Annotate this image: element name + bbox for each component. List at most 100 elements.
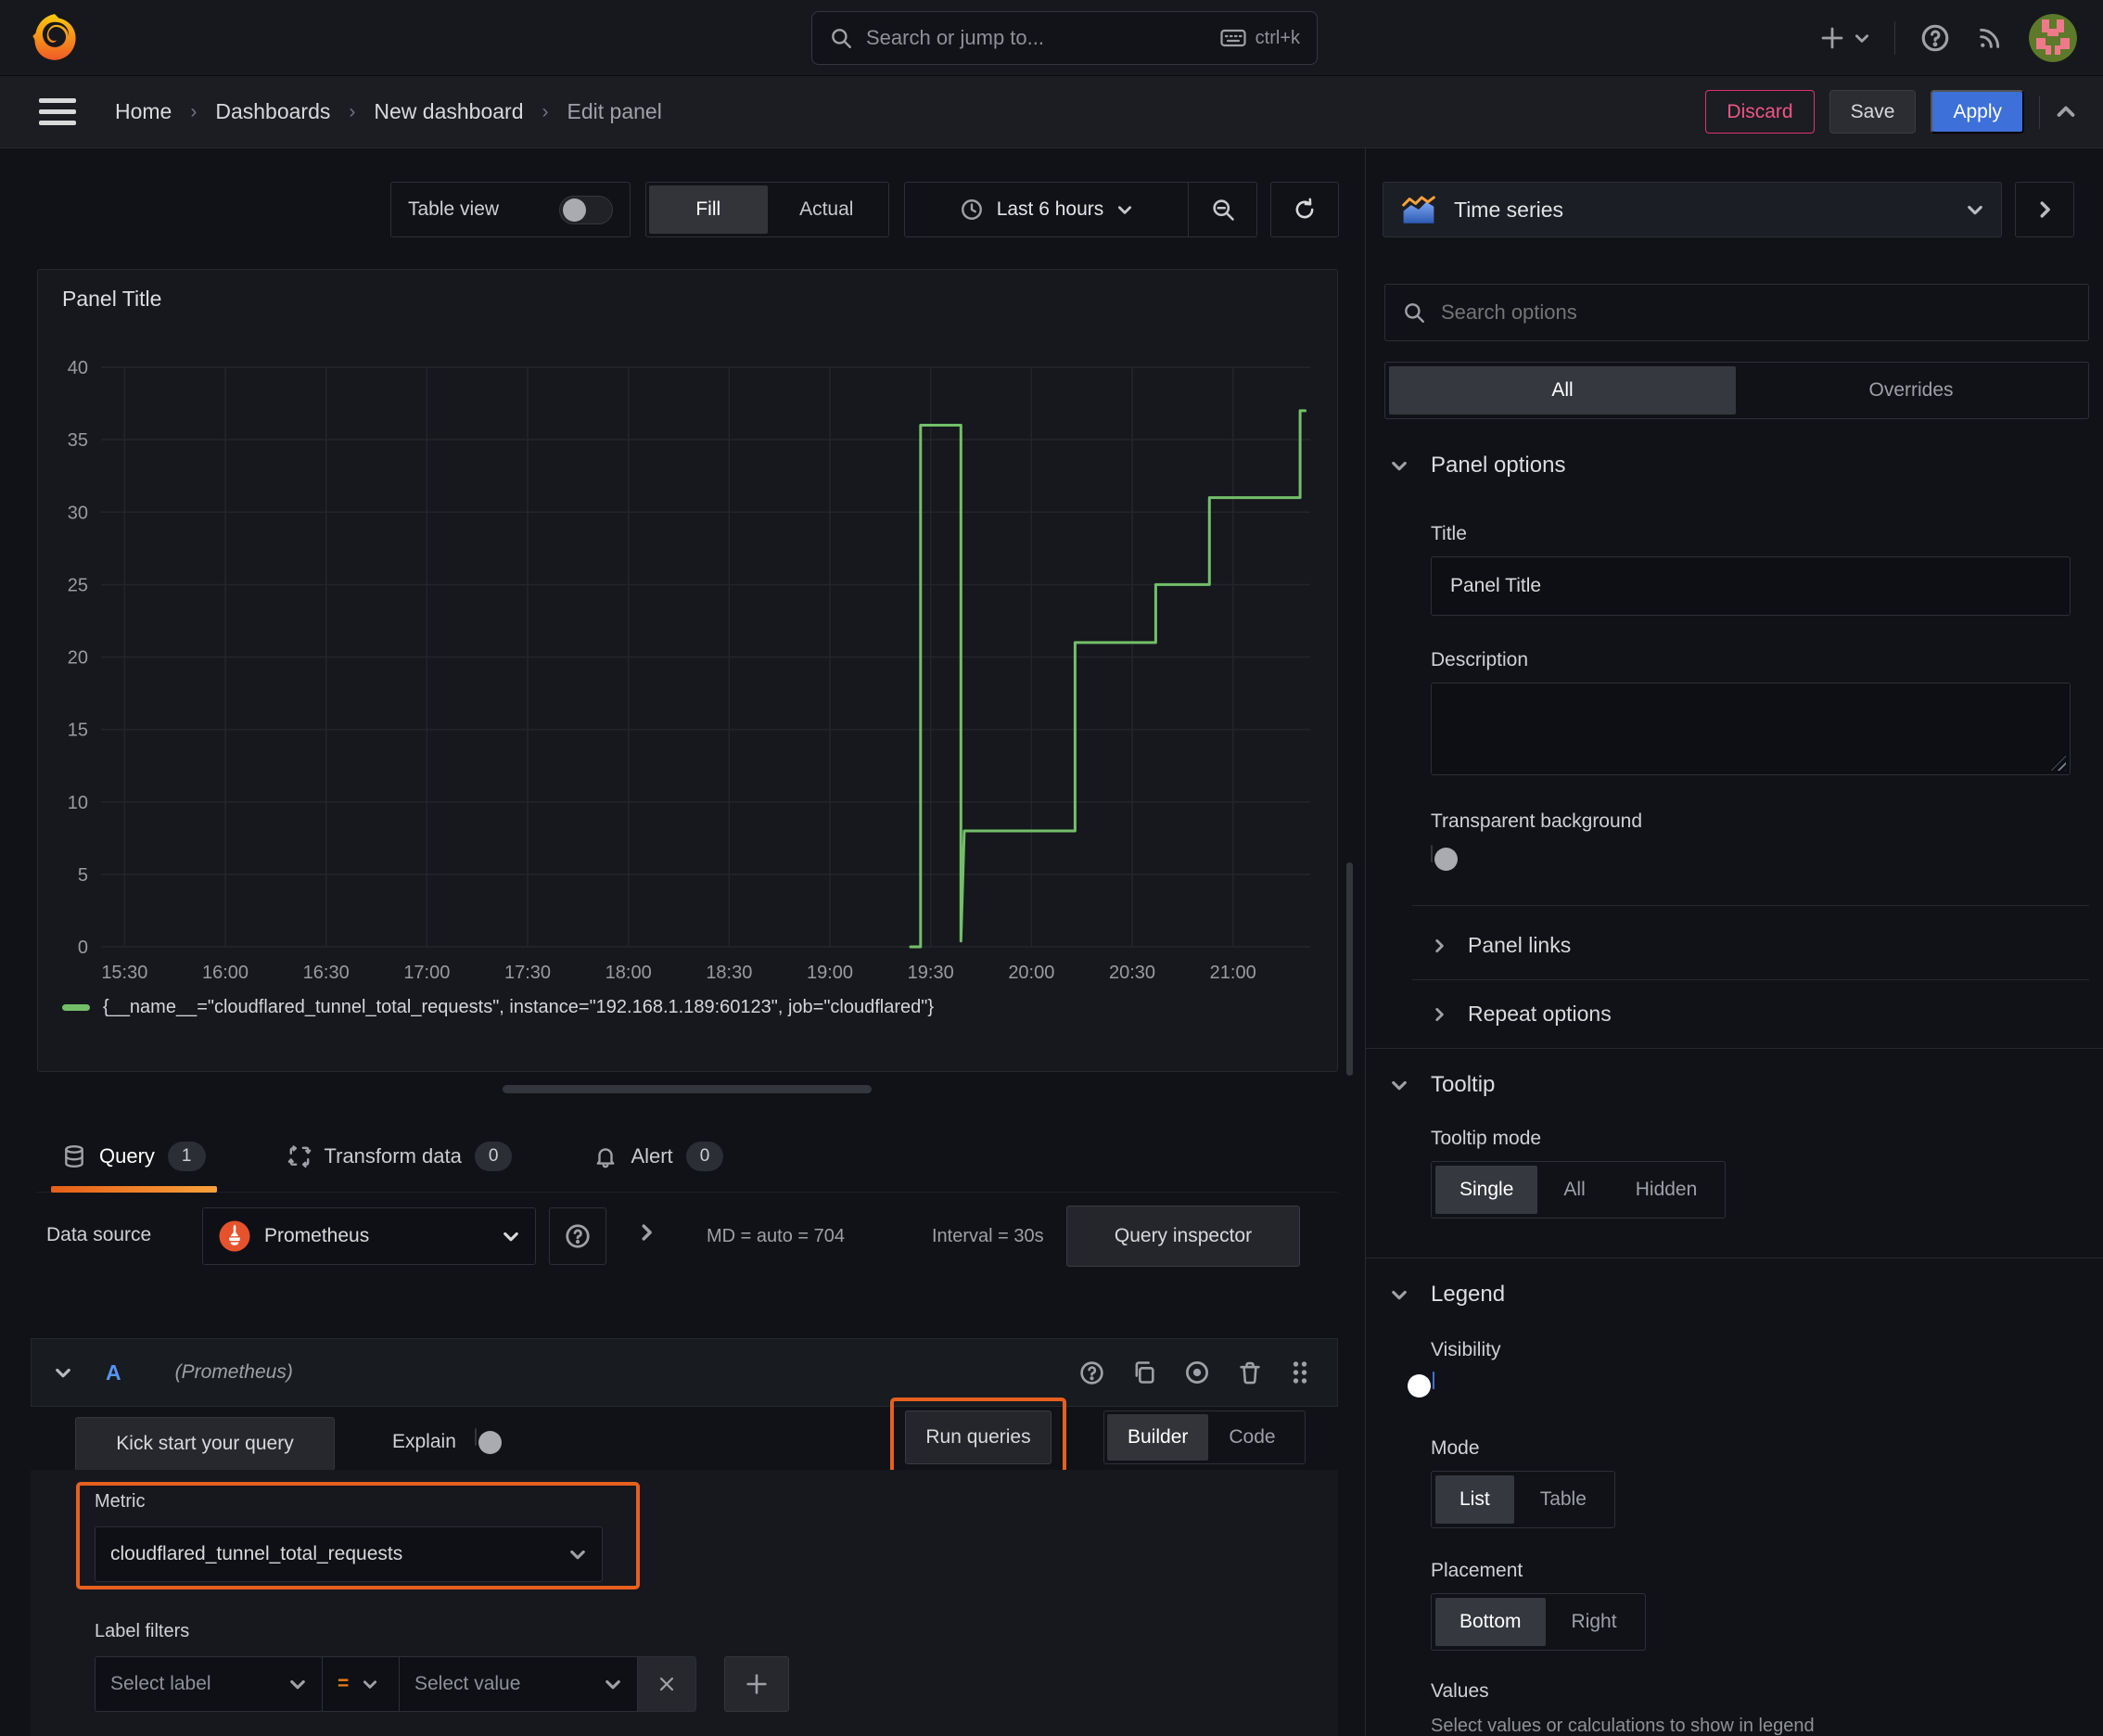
- tooltip-mode-single[interactable]: Single: [1435, 1166, 1538, 1214]
- collapse-options-button[interactable]: [2015, 182, 2074, 237]
- expand-stats-icon[interactable]: [636, 1222, 656, 1243]
- placement-label: Placement: [1431, 1560, 1523, 1581]
- help-icon[interactable]: [1919, 22, 1951, 54]
- grafana-edit-panel: ctrl+k: [0, 0, 2103, 1736]
- svg-text:10: 10: [68, 793, 88, 813]
- code-option[interactable]: Code: [1208, 1414, 1295, 1461]
- actual-option[interactable]: Actual: [768, 185, 886, 234]
- tab-transform-count: 0: [474, 1141, 513, 1171]
- all-overrides-tabs: All Overrides: [1384, 362, 2089, 419]
- table-view-toggle[interactable]: [559, 195, 613, 224]
- tooltip-mode-hidden[interactable]: Hidden: [1612, 1166, 1722, 1214]
- collapse-header-icon[interactable]: [2055, 101, 2077, 123]
- refresh-button[interactable]: [1270, 182, 1339, 237]
- title-input[interactable]: [1431, 556, 2071, 616]
- panel-links-section[interactable]: Panel links: [1431, 933, 1571, 958]
- time-series-chart[interactable]: 0 5 10 15 20 25 30 35 40 15:30 16:00 16:30 17:00 17:3…: [38, 270, 1339, 1073]
- kickstart-button[interactable]: Kick start your query: [75, 1417, 335, 1471]
- menu-toggle-icon[interactable]: [39, 98, 76, 125]
- tab-alert[interactable]: Alert 0: [582, 1120, 734, 1192]
- breadcrumb-new-dashboard[interactable]: New dashboard: [374, 99, 523, 124]
- grafana-logo[interactable]: [31, 12, 79, 64]
- search-input[interactable]: [866, 26, 1207, 50]
- disable-query-eye-icon[interactable]: [1183, 1359, 1211, 1386]
- options-search-input[interactable]: [1441, 300, 2071, 325]
- legend-mode-group: List Table: [1431, 1471, 1615, 1528]
- new-menu-button[interactable]: [1818, 24, 1870, 52]
- options-pane: Time series All Overrides Panel options …: [1365, 148, 2103, 1736]
- legend-mode-table[interactable]: Table: [1516, 1475, 1611, 1524]
- breadcrumb-home[interactable]: Home: [115, 99, 172, 124]
- discard-button[interactable]: Discard: [1705, 90, 1815, 134]
- query-help-icon[interactable]: [1078, 1359, 1105, 1386]
- builder-option[interactable]: Builder: [1107, 1414, 1209, 1461]
- repeat-options-section[interactable]: Repeat options: [1431, 1002, 1612, 1027]
- tab-query[interactable]: Query 1: [51, 1120, 217, 1193]
- time-range-label: Last 6 hours: [996, 198, 1104, 220]
- breadcrumb-dashboards[interactable]: Dashboards: [215, 99, 330, 124]
- apply-button[interactable]: Apply: [1931, 90, 2024, 134]
- select-label-dropdown[interactable]: Select label: [95, 1656, 323, 1712]
- placement-right[interactable]: Right: [1548, 1598, 1641, 1646]
- collapse-query-icon[interactable]: [54, 1363, 72, 1382]
- keyboard-icon: [1220, 28, 1246, 48]
- time-range-picker[interactable]: Last 6 hours: [905, 183, 1188, 236]
- legend-series-label[interactable]: {__name__="cloudflared_tunnel_total_requ…: [103, 997, 934, 1018]
- save-button[interactable]: Save: [1829, 90, 1917, 134]
- preview-panel[interactable]: Panel Title 0 5 10 15 20 25 30 35 40 15:30 16:00 16…: [37, 269, 1338, 1072]
- legend-visibility-toggle[interactable]: [1408, 1372, 1434, 1398]
- svg-text:35: 35: [68, 430, 88, 451]
- duplicate-query-icon[interactable]: [1131, 1359, 1157, 1385]
- legend-section[interactable]: Legend: [1390, 1282, 1505, 1308]
- svg-text:20:00: 20:00: [1008, 963, 1054, 983]
- metric-select[interactable]: cloudflared_tunnel_total_requests: [95, 1526, 603, 1582]
- zoom-out-button[interactable]: [1189, 183, 1256, 236]
- panel-options-title: Panel options: [1431, 453, 1566, 478]
- top-bar: ctrl+k: [0, 0, 2103, 76]
- news-rss-icon[interactable]: [1975, 23, 2005, 53]
- select-value-dropdown[interactable]: Select value: [399, 1656, 638, 1712]
- tooltip-mode-all[interactable]: All: [1539, 1166, 1609, 1214]
- transparent-bg-toggle[interactable]: [1431, 845, 1458, 871]
- tab-all[interactable]: All: [1389, 366, 1736, 415]
- run-queries-button[interactable]: Run queries: [905, 1410, 1052, 1464]
- svg-text:16:30: 16:30: [303, 963, 350, 983]
- legend-mode-list[interactable]: List: [1435, 1475, 1514, 1524]
- remove-filter-button[interactable]: [637, 1656, 696, 1712]
- visualization-picker[interactable]: Time series: [1383, 182, 2002, 237]
- query-ref-id[interactable]: A: [106, 1360, 121, 1385]
- chevron-right-icon: [2040, 201, 2050, 218]
- drag-handle-icon[interactable]: [1289, 1359, 1311, 1386]
- chevron-down-icon: [290, 1679, 305, 1690]
- editor-tabs: Query 1 Transform data 0 Alert 0: [37, 1120, 1338, 1193]
- active-tab-underline: [51, 1186, 217, 1193]
- values-label: Values: [1431, 1680, 1489, 1702]
- tab-overrides[interactable]: Overrides: [1738, 366, 2084, 415]
- user-avatar[interactable]: [2029, 14, 2077, 62]
- add-filter-button[interactable]: [724, 1656, 789, 1712]
- query-row-header[interactable]: A (Prometheus): [31, 1338, 1338, 1407]
- resize-handle-icon[interactable]: [2051, 756, 2066, 771]
- horizontal-scrollbar[interactable]: [503, 1085, 872, 1093]
- fill-option[interactable]: Fill: [649, 185, 768, 234]
- datasource-picker[interactable]: Prometheus: [202, 1207, 536, 1265]
- chevron-down-icon: [1392, 1290, 1407, 1300]
- options-search[interactable]: [1384, 284, 2089, 341]
- chart-legend[interactable]: {__name__="cloudflared_tunnel_total_requ…: [62, 997, 934, 1018]
- explain-toggle[interactable]: [475, 1428, 502, 1454]
- time-controls: Last 6 hours: [904, 182, 1257, 237]
- operator-dropdown[interactable]: =: [322, 1656, 400, 1712]
- svg-text:40: 40: [68, 358, 88, 378]
- query-inspector-button[interactable]: Query inspector: [1066, 1206, 1300, 1267]
- tab-transform[interactable]: Transform data 0: [276, 1120, 524, 1192]
- vertical-scrollbar[interactable]: [1346, 862, 1353, 1076]
- global-search[interactable]: ctrl+k: [811, 11, 1318, 65]
- datasource-help-button[interactable]: [549, 1207, 606, 1265]
- builder-code-group: Builder Code: [1103, 1410, 1306, 1464]
- placement-bottom[interactable]: Bottom: [1435, 1598, 1546, 1646]
- description-textarea[interactable]: [1431, 683, 2071, 775]
- panel-options-section[interactable]: Panel options: [1390, 453, 1565, 479]
- svg-text:19:30: 19:30: [908, 963, 954, 983]
- delete-query-icon[interactable]: [1237, 1359, 1263, 1385]
- tooltip-section[interactable]: Tooltip: [1390, 1072, 1495, 1098]
